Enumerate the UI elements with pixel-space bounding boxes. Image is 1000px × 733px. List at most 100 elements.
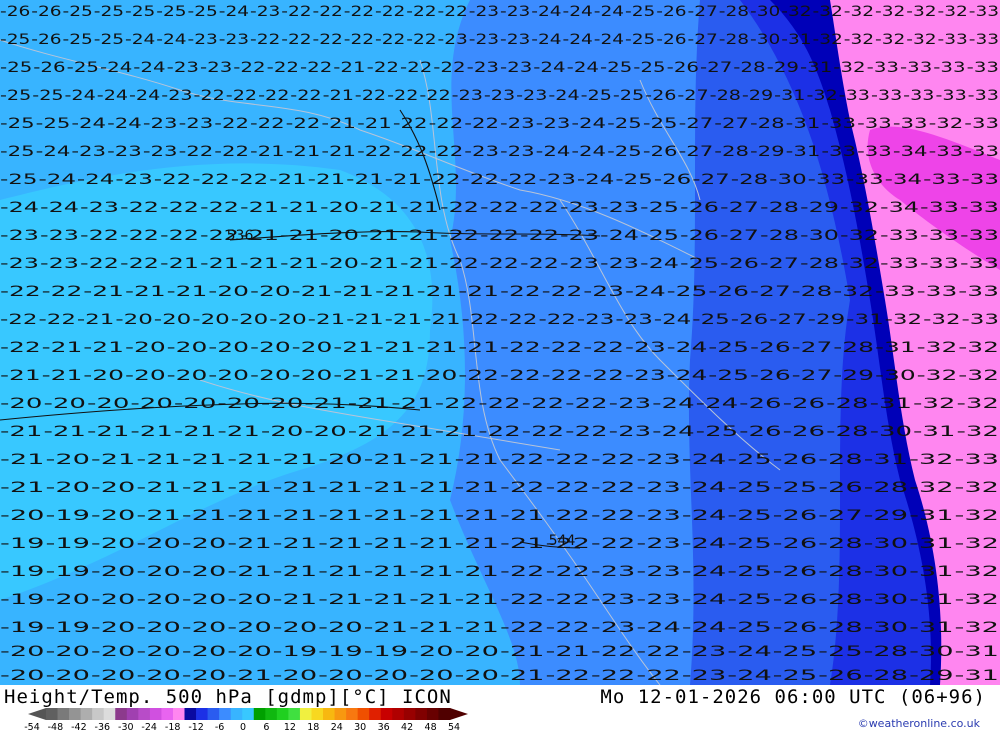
scale-tick-label: 48 (424, 722, 437, 733)
temperature-value: -33 (875, 284, 916, 300)
temperature-value: -26 (773, 592, 818, 608)
scale-swatch (253, 708, 266, 720)
temperature-value: -32 (906, 4, 936, 20)
temperature-value: -28 (719, 32, 749, 48)
temperature-value: -22 (393, 116, 428, 132)
temperature-value: -21 (375, 340, 416, 356)
temperature-value: -21 (346, 172, 384, 188)
temperature-value: -23 (600, 256, 639, 272)
temperature-value: -23 (536, 116, 571, 132)
temperature-value: -22 (120, 200, 159, 216)
temperature-value: -22 (200, 200, 239, 216)
temperature-value: -23 (467, 60, 499, 76)
temperature-value: -31 (909, 564, 954, 580)
temperature-value: -20 (250, 368, 291, 384)
temperature-value: -32 (833, 284, 874, 300)
temperature-value: -23 (200, 60, 232, 76)
temperature-value: -21 (323, 88, 354, 104)
scale-tick-label: -18 (164, 722, 181, 733)
temperature-value: -21 (0, 424, 43, 440)
temperature-value: -25 (94, 32, 124, 48)
temperature-value: -21 (409, 508, 454, 524)
temperature-value: -22 (423, 172, 461, 188)
height-value: 536 (227, 228, 254, 244)
map-footer: Height/Temp. 500 hPa [gdmp][°C] ICON Mo … (0, 685, 1000, 733)
temperature-value: -33 (808, 172, 846, 188)
scale-tick-label: -54 (24, 722, 40, 733)
temperature-value: -21 (273, 508, 318, 524)
temperature-value: -20 (0, 644, 45, 660)
temperature-value: -21 (364, 620, 409, 636)
scale-tick-label: -30 (118, 722, 134, 733)
temperature-value: -25 (727, 452, 772, 468)
temperature-value: -24 (654, 312, 692, 328)
temperature-value: -23 (167, 60, 199, 76)
temperature-value: -24 (682, 536, 727, 552)
temperature-value: -25 (156, 4, 186, 20)
temperature-value: -21 (455, 508, 500, 524)
temperature-value: -20 (182, 564, 227, 580)
temperature-value: -22 (546, 620, 591, 636)
temperature-value: -28 (714, 144, 749, 160)
temperature-value: -33 (839, 88, 870, 104)
temperature-value: -33 (955, 452, 1000, 468)
temperature-value: -22 (546, 564, 591, 580)
temperature-value: -21 (44, 424, 87, 440)
temperature-value: -26 (31, 32, 61, 48)
scale-tick-label: -6 (214, 722, 225, 733)
temperature-value: -22 (154, 172, 192, 188)
temperature-value: -25 (708, 368, 749, 384)
temperature-value: -20 (409, 668, 454, 684)
temperature-value: -21 (458, 284, 499, 300)
temperature-value: -20 (0, 668, 45, 684)
temperature-value: -23 (438, 32, 468, 48)
temperature-value: -22 (250, 32, 280, 48)
temperature-value: -26 (773, 508, 818, 524)
temperature-value: -23 (40, 228, 79, 244)
scale-swatch (161, 708, 174, 720)
weather-map: -26 -26 -25 -25 -25 -25 -25 -24 -23 -22 -22 -22 -22-… (0, 0, 1000, 685)
temperature-value: -21 (364, 536, 409, 552)
temperature-value: -26 (643, 144, 678, 160)
temperature-value: -22 (120, 228, 159, 244)
temperature-value: -23 (188, 32, 218, 48)
temperature-value: -29 (742, 88, 773, 104)
temperature-value: -26 (654, 172, 692, 188)
temperature-value: -20 (261, 424, 304, 440)
scale-swatch (426, 708, 439, 720)
temperature-value: -24 (100, 60, 132, 76)
temperature-value: -22 (565, 396, 608, 412)
temperature-value: -27 (677, 88, 708, 104)
temperature-value: -32 (840, 228, 879, 244)
temperature-value: -19 (46, 564, 91, 580)
temperature-value: -23 (636, 592, 681, 608)
scale-swatch (80, 708, 93, 720)
temperature-value: -24 (133, 60, 165, 76)
temperature-value: -22 (478, 396, 521, 412)
scale-tick-label: 0 (239, 722, 247, 733)
temperature-value: -22 (500, 284, 541, 300)
temperature-value: -24 (39, 172, 77, 188)
temperature-value: -23 (500, 32, 530, 48)
temperature-value: -20 (250, 340, 291, 356)
temperature-value: -23 (609, 396, 652, 412)
temperature-value: -22 (542, 284, 583, 300)
scale-swatch (46, 708, 58, 720)
temperature-value: -21 (77, 312, 115, 328)
temperature-value: -30 (909, 644, 954, 660)
temperature-value: -31 (864, 452, 909, 468)
temperature-value: -20 (91, 644, 135, 660)
temperature-value: -20 (320, 200, 359, 216)
temperature-value: -20 (91, 508, 135, 524)
temperature-value: -21 (42, 340, 83, 356)
temperature-value: -25 (708, 340, 749, 356)
credit-link[interactable]: ©weatheronline.co.uk (858, 717, 980, 730)
temperature-value: -25 (773, 668, 818, 684)
temperature-value: -33 (920, 256, 959, 272)
temperature-value: -32 (813, 32, 843, 48)
temperature-value: -22 (591, 452, 636, 468)
temperature-value: -22 (591, 480, 636, 496)
temperature-value: -20 (136, 592, 181, 608)
temperature-value: -23 (636, 452, 681, 468)
temperature-value: -22 (500, 452, 545, 468)
